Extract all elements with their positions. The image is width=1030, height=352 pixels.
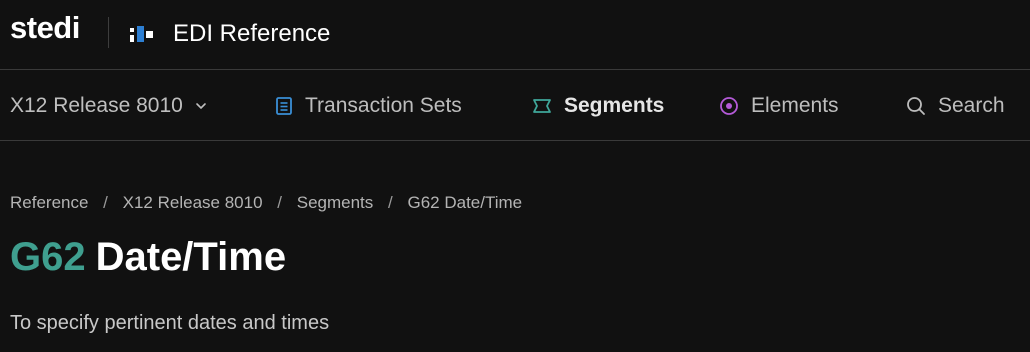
nav-segments[interactable]: Segments (532, 92, 664, 120)
top-header: stedi EDI Reference (0, 0, 1030, 70)
breadcrumb: Reference / X12 Release 8010 / Segments … (10, 193, 522, 213)
release-selector[interactable]: X12 Release 8010 (10, 92, 207, 120)
breadcrumb-reference[interactable]: Reference (10, 193, 88, 212)
breadcrumb-separator: / (277, 193, 282, 212)
segment-ribbon-icon (532, 97, 552, 115)
search-button[interactable]: Search (906, 92, 1005, 120)
search-icon (906, 96, 926, 116)
breadcrumb-separator: / (388, 193, 393, 212)
header-divider (108, 17, 109, 48)
breadcrumb-current: G62 Date/Time (407, 193, 523, 212)
segment-name: Date/Time (95, 235, 287, 279)
segment-description: To specify pertinent dates and times (10, 312, 330, 334)
breadcrumb-separator: / (103, 193, 108, 212)
chevron-down-icon (195, 102, 207, 110)
nav-elements[interactable]: Elements (719, 92, 839, 120)
search-label: Search (938, 94, 1005, 117)
page-title: G62 Date/Time (10, 233, 286, 281)
target-circle-icon (719, 96, 739, 116)
release-selector-label: X12 Release 8010 (10, 94, 183, 117)
segment-code: G62 (10, 235, 86, 279)
nav-segments-label: Segments (564, 94, 665, 117)
product-title[interactable]: EDI Reference (173, 20, 330, 48)
document-list-icon (275, 96, 293, 116)
breadcrumb-release[interactable]: X12 Release 8010 (123, 193, 263, 212)
nav-transaction-sets[interactable]: Transaction Sets (275, 92, 462, 120)
main-navigation: X12 Release 8010 Transaction Sets Segmen… (0, 70, 1030, 141)
nav-elements-label: Elements (751, 94, 839, 117)
stedi-logo[interactable]: stedi (10, 10, 80, 46)
breadcrumb-segments[interactable]: Segments (297, 193, 374, 212)
nav-transaction-sets-label: Transaction Sets (305, 94, 462, 117)
edi-reference-logo-icon (130, 26, 153, 42)
